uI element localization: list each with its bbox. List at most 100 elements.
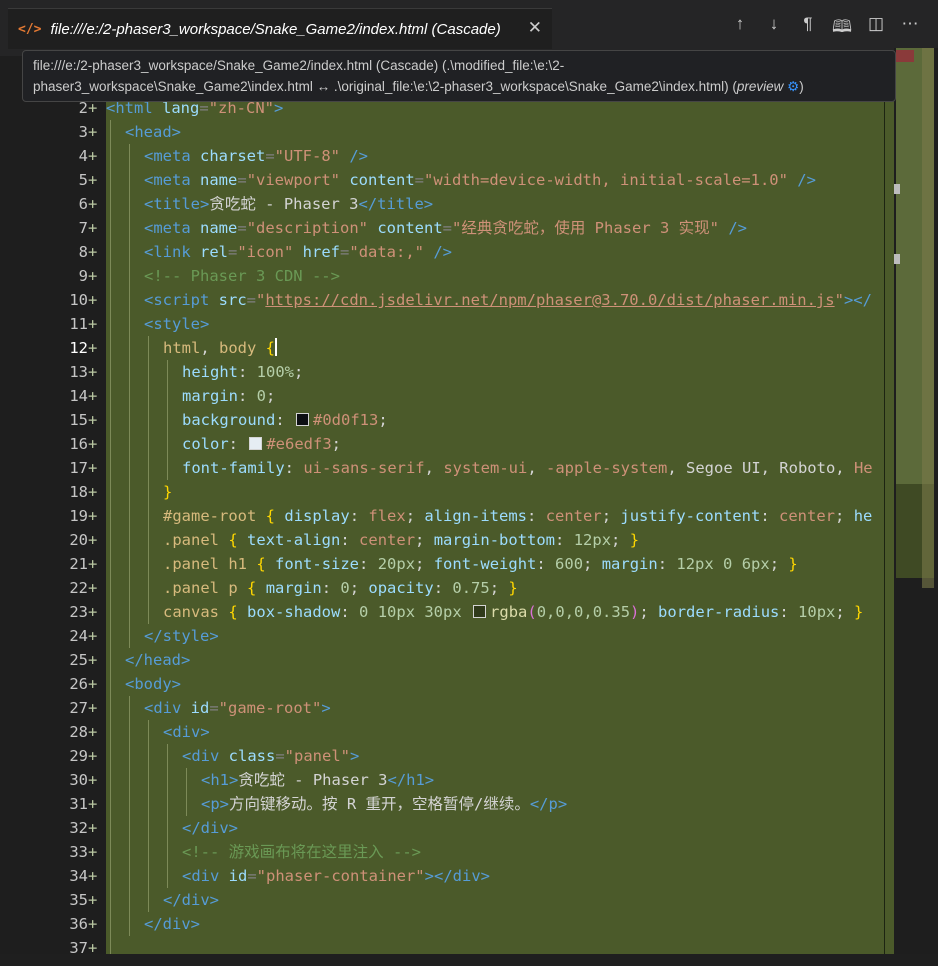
code-line: 13 + height: 100%; <box>8 360 894 384</box>
minimap-marker <box>894 254 900 264</box>
vertical-scrollbar-thumb[interactable] <box>922 48 934 588</box>
line-number: 27 <box>69 699 88 717</box>
code-line: 27 + <div id="game-root"> <box>8 696 894 720</box>
open-preview-icon[interactable]: 🕮 <box>832 14 852 43</box>
html-file-icon: </> <box>18 21 42 37</box>
code-token: ; <box>601 507 621 525</box>
code-line: 25 + </head> <box>8 648 894 672</box>
code-token: canvas <box>163 603 219 621</box>
line-number: 9 <box>78 267 88 285</box>
code-token: : <box>321 579 341 597</box>
gear-icon[interactable]: ⚙ <box>787 79 799 94</box>
added-line-marker: + <box>88 939 98 954</box>
line-number: 8 <box>78 243 88 261</box>
code-token: : <box>228 435 248 453</box>
color-swatch[interactable] <box>473 605 487 618</box>
previous-change-icon[interactable]: ↑ <box>730 14 750 43</box>
code-token: /> <box>787 171 816 189</box>
code-token: <head> <box>125 123 181 141</box>
minimap[interactable] <box>894 48 938 966</box>
code-text: <p>方向键移动。按 R 重开，空格暂停/继续。</p> <box>106 792 894 816</box>
code-token: "UTF-8" <box>274 147 340 165</box>
code-editor[interactable]: 2 + <html lang="zh-CN"> 3 + <head> 4 + <meta cha… <box>8 88 894 954</box>
code-token: ; <box>415 555 434 573</box>
added-line-marker: + <box>88 315 98 333</box>
line-number: 7 <box>78 219 88 237</box>
code-line: 10 + <script src="https://cdn.jsdelivr.net… <box>8 288 894 312</box>
line-number: 20 <box>69 531 88 549</box>
code-token: : <box>555 531 574 549</box>
color-swatch[interactable] <box>296 413 309 426</box>
code-token: 0.75 <box>452 579 490 597</box>
code-token: : <box>349 507 369 525</box>
code-token: "data:," <box>349 243 425 261</box>
added-line-marker: + <box>88 219 98 237</box>
code-text: <div id="game-root"> <box>106 696 894 720</box>
code-token: <title> <box>144 195 210 213</box>
code-token: = <box>414 171 425 189</box>
tooltip-path: phaser3_workspace\Snake_Game2\index.html… <box>33 79 737 94</box>
code-text: <!-- Phaser 3 CDN --> <box>106 264 894 288</box>
color-swatch[interactable] <box>249 437 263 450</box>
close-icon[interactable]: ✕ <box>528 18 542 38</box>
next-change-icon[interactable]: ↓ <box>764 14 784 43</box>
indent-guide <box>110 936 111 954</box>
added-line-marker: + <box>88 531 98 549</box>
more-actions-icon[interactable]: ⋯ <box>900 14 920 43</box>
show-whitespace-icon[interactable]: ¶ <box>798 14 818 43</box>
split-editor-icon[interactable]: ◫ <box>866 14 886 43</box>
code-line: 29 + <div class="panel"> <box>8 744 894 768</box>
tab-title: file:///e:/2-phaser3_workspace/Snake_Gam… <box>50 20 501 38</box>
added-line-marker: + <box>88 195 98 213</box>
code-token: { <box>228 531 238 549</box>
code-token: </style> <box>144 627 219 645</box>
line-number: 34 <box>69 867 88 885</box>
code-token: content <box>368 219 443 237</box>
code-token: #game-root <box>163 507 257 525</box>
active-editor-tab[interactable]: </> file:///e:/2-phaser3_workspace/Snake… <box>8 8 552 49</box>
code-token: : <box>760 507 780 525</box>
code-token: center <box>359 531 416 549</box>
line-number: 14 <box>69 387 88 405</box>
code-text: .panel { text-align: center; margin-bott… <box>106 528 894 552</box>
added-line-marker: + <box>88 675 98 693</box>
code-line: 32 + </div> <box>8 816 894 840</box>
line-number: 26 <box>69 675 88 693</box>
code-text: <head> <box>106 120 894 144</box>
added-line-marker: + <box>88 819 98 837</box>
added-line-marker: + <box>88 795 98 813</box>
code-token: , <box>200 339 219 357</box>
code-line: 12 + html, body { <box>8 336 894 360</box>
code-token: </div> <box>144 915 200 933</box>
line-number: 37 <box>69 939 88 954</box>
code-token: margin-bottom <box>433 531 556 549</box>
code-text: <body> <box>106 672 894 696</box>
line-number: 28 <box>69 723 88 741</box>
code-text: <h1>贪吃蛇 - Phaser 3</h1> <box>106 768 894 792</box>
code-text: canvas { box-shadow: 0 10px 30px rgba(0,… <box>106 600 894 624</box>
code-token: </title> <box>358 195 434 213</box>
line-number: 3 <box>78 123 88 141</box>
code-text: <meta charset="UTF-8" /> <box>106 144 894 168</box>
code-text: </div> <box>106 888 894 912</box>
added-line-marker: + <box>88 363 98 381</box>
code-link[interactable]: https://cdn.jsdelivr.net/npm/phaser@3.70… <box>265 291 834 309</box>
code-text: .panel h1 { font-size: 20px; font-weight… <box>106 552 894 576</box>
code-token: font-size <box>275 555 360 573</box>
code-token: -apple-system <box>546 459 668 477</box>
code-token: { <box>228 603 238 621</box>
code-line: 28 + <div> <box>8 720 894 744</box>
code-token: font-family <box>182 459 285 477</box>
code-text: margin: 0; <box>106 384 894 408</box>
added-line-marker: + <box>88 171 98 189</box>
code-token: } <box>788 555 798 573</box>
code-token: html <box>163 339 201 357</box>
code-text: } <box>106 480 894 504</box>
line-number: 12 <box>69 339 88 357</box>
code-token: justify-content <box>620 507 761 525</box>
code-token: "viewport" <box>246 171 341 189</box>
line-number: 13 <box>69 363 88 381</box>
